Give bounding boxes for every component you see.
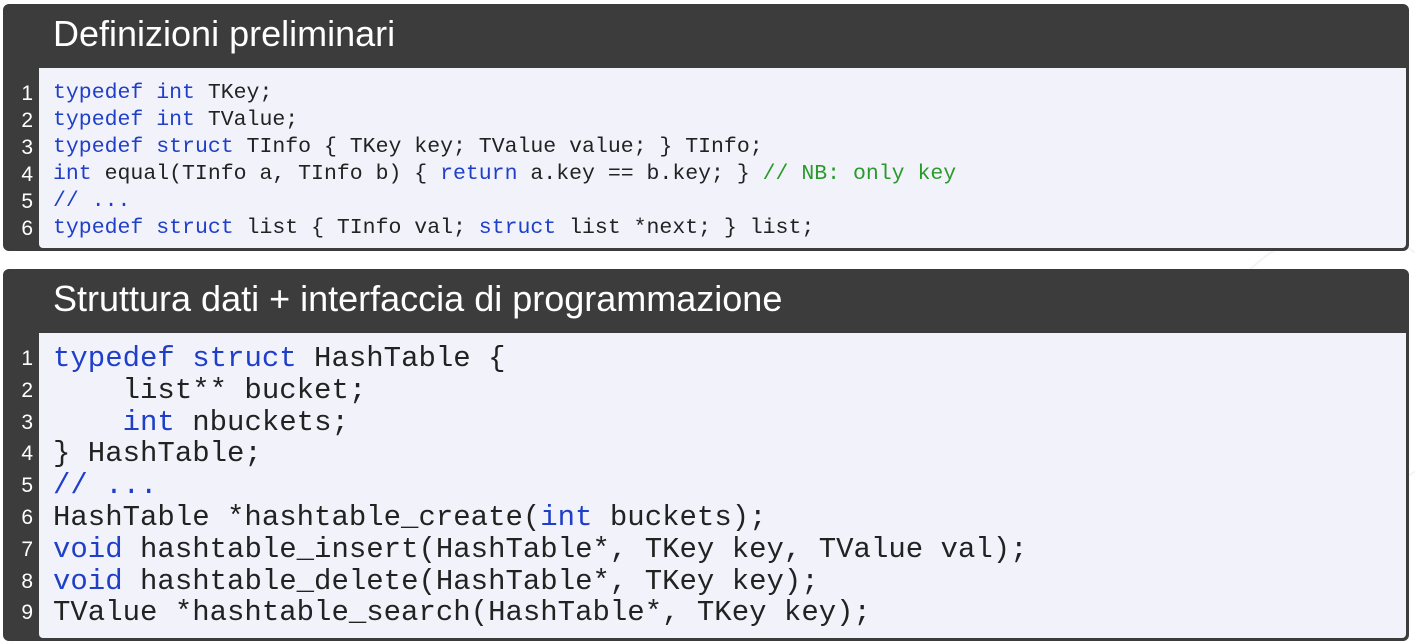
code-line: int nbuckets;: [53, 405, 349, 439]
code-text: HashTable {: [296, 342, 506, 375]
line-number: 9: [21, 601, 33, 625]
code-line: void hashtable_insert(HashTable*, TKey k…: [53, 532, 1028, 566]
code-line: typedef struct TInfo { TKey key; TValue …: [53, 134, 763, 161]
code-keyword: int: [156, 81, 195, 105]
line-number: 6: [21, 217, 33, 240]
code-keyword: typedef: [53, 216, 144, 240]
code-text: list** bucket;: [53, 373, 367, 407]
code-keyword: struct: [156, 135, 234, 159]
code-keyword: typedef: [53, 108, 144, 132]
code-keyword: struct: [478, 216, 557, 240]
code-keyword: int: [156, 108, 195, 132]
block-title: Struttura dati + interfaccia di programm…: [53, 278, 783, 319]
code-keyword: int: [53, 162, 92, 186]
code-keyword: struct: [192, 342, 297, 375]
line-number-gutter: 1 2 3 4 5 6: [3, 68, 39, 248]
code-line: typedef int TKey;: [53, 80, 272, 107]
code-area: typedef struct HashTable { list** bucket…: [39, 333, 1406, 638]
line-number: 6: [21, 506, 33, 529]
code-text: buckets);: [592, 501, 767, 534]
code-text: } HashTable;: [53, 437, 262, 471]
code-keyword: int: [540, 501, 593, 534]
code-line: // ...: [53, 470, 157, 502]
code-text: TInfo { TKey key; TValue value; } TInfo;: [233, 135, 763, 159]
code-line: } HashTable;: [53, 438, 262, 470]
code-line: int equal(TInfo a, TInfo b) { return a.k…: [53, 161, 956, 188]
code-keyword: typedef: [53, 135, 144, 159]
code-line: HashTable *hashtable_create(int buckets)…: [53, 502, 767, 534]
line-number: 2: [21, 109, 33, 132]
line-number: 3: [21, 410, 33, 434]
code-keyword: int: [122, 405, 175, 439]
code-block-interface: Struttura dati + interfaccia di programm…: [3, 269, 1409, 641]
code-keyword: void: [53, 532, 123, 566]
code-line: list** bucket;: [53, 373, 367, 407]
code-keyword: typedef: [53, 81, 144, 105]
code-line: typedef struct HashTable {: [53, 343, 506, 375]
code-text: equal(TInfo a, TInfo b) {: [91, 162, 441, 186]
code-line: typedef int TValue;: [53, 107, 298, 134]
code-block-definitions: Definizioni preliminari 1 2 3 4 5 6 typedef i…: [3, 4, 1409, 251]
code-area: typedef int TKey; typedef int TValue; type…: [39, 68, 1406, 248]
code-keyword: // ...: [53, 189, 131, 213]
code-text: nbuckets;: [174, 405, 349, 439]
code-keyword: return: [440, 162, 518, 186]
line-number: 1: [21, 82, 33, 105]
code-text: HashTable *hashtable_create(: [53, 501, 541, 534]
line-number: 7: [21, 537, 33, 561]
code-keyword: // ...: [53, 469, 158, 503]
line-number-gutter: 1 2 3 4 5 6 7 8 9: [3, 333, 39, 638]
code-line: TValue *hashtable_search(HashTable*, TKe…: [53, 597, 871, 629]
line-number: 4: [21, 163, 33, 186]
line-number: 5: [21, 474, 33, 498]
line-number: 1: [21, 347, 33, 370]
block-title: Definizioni preliminari: [53, 13, 396, 54]
code-text: a.key == b.key; }: [517, 162, 763, 186]
line-number: 4: [21, 442, 33, 466]
code-keyword: typedef: [53, 342, 175, 375]
line-number: 5: [21, 190, 33, 213]
code-text: list *next; } list;: [556, 216, 815, 240]
code-text: list { TInfo val;: [233, 216, 479, 240]
code-comment: // NB: only key: [762, 162, 957, 186]
code-keyword: struct: [156, 216, 234, 240]
code-keyword: void: [53, 564, 123, 598]
line-number: 2: [21, 378, 33, 402]
code-line: void hashtable_delete(HashTable*, TKey k…: [53, 564, 819, 598]
code-line: typedef struct list { TInfo val; struct …: [53, 215, 814, 242]
code-text: TValue *hashtable_search(HashTable*, TKe…: [53, 596, 871, 630]
code-text: hashtable_insert(HashTable*, TKey key, T…: [122, 532, 1028, 566]
code-text: hashtable_delete(HashTable*, TKey key);: [122, 564, 819, 598]
code-line: // ...: [53, 188, 130, 215]
line-number: 8: [21, 569, 33, 593]
line-number: 3: [21, 136, 33, 159]
code-text: TKey;: [194, 81, 273, 105]
code-text: TValue;: [194, 108, 299, 132]
